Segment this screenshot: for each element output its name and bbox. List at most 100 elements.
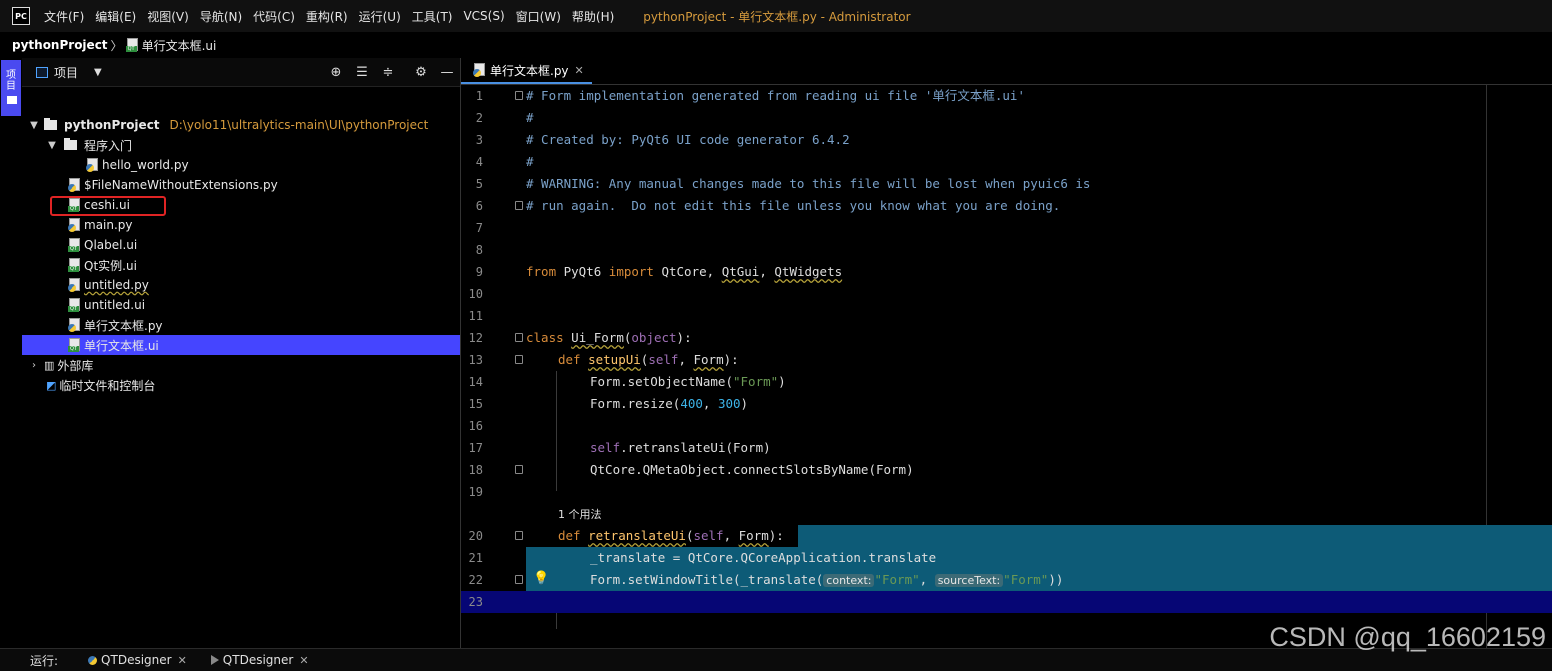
punctuation: , — [759, 264, 775, 279]
list-item[interactable]: untitled.py — [22, 275, 460, 295]
menu-refactor[interactable]: 重构(R) — [306, 8, 348, 25]
code-text: # run again. Do not edit this file unles… — [526, 198, 1061, 213]
menu-window[interactable]: 窗口(W) — [516, 8, 561, 25]
string: "Form" — [1003, 572, 1049, 587]
line-number: 22 — [468, 573, 483, 587]
line-number: 13 — [468, 353, 483, 367]
code-line: 4 # — [461, 151, 1552, 173]
menu-navigate[interactable]: 导航(N) — [200, 8, 242, 25]
chevron-down-icon[interactable]: ▼ — [94, 67, 102, 78]
list-item[interactable]: QT untitled.ui — [22, 295, 460, 315]
parameter: Form — [738, 528, 769, 543]
code-text: class Ui_Form(object): — [526, 327, 692, 349]
function-name: setupUi — [588, 352, 641, 367]
keyword: def — [558, 352, 581, 367]
locate-icon[interactable]: ⊕ — [327, 63, 345, 81]
list-item[interactable]: $FileNameWithoutExtensions.py — [22, 175, 460, 195]
fold-icon[interactable] — [515, 201, 523, 210]
usages-hint[interactable]: 1 个用法 — [558, 506, 602, 522]
code-area[interactable]: 1 # Form implementation generated from r… — [461, 85, 1552, 648]
number: 400 — [680, 396, 703, 411]
tab-active-file[interactable]: 单行文本框.py ✕ — [461, 58, 592, 84]
parameter-hint: context: — [823, 574, 875, 587]
function-name: retranslateUi — [588, 528, 686, 543]
list-item[interactable]: hello_world.py — [22, 155, 460, 175]
python-run-icon — [88, 655, 98, 665]
list-item[interactable]: 单行文本框.py — [22, 315, 460, 335]
list-item[interactable]: QT Qlabel.ui — [22, 235, 460, 255]
python-file-icon — [473, 63, 486, 77]
number: 300 — [717, 396, 741, 411]
selection-highlight — [798, 525, 1552, 547]
menu-edit[interactable]: 编辑(E) — [95, 8, 136, 25]
lightbulb-icon[interactable]: 💡 — [533, 571, 549, 586]
collapse-all-icon[interactable]: ≑ — [379, 63, 397, 81]
menu-help[interactable]: 帮助(H) — [572, 8, 614, 25]
code-text: Form.setWindowTitle(_translate(context: "… — [590, 569, 1063, 592]
python-file-icon — [68, 178, 81, 192]
gear-icon[interactable]: ⚙ — [412, 63, 430, 81]
code-line: 19 — [461, 481, 1552, 503]
code-text: # Form implementation generated from rea… — [526, 88, 1025, 103]
code-token: Form.resize( — [590, 396, 681, 411]
menu-file[interactable]: 文件(F) — [44, 8, 84, 25]
menu-vcs[interactable]: VCS(S) — [463, 9, 504, 23]
list-item[interactable]: main.py — [22, 215, 460, 235]
project-panel-title[interactable]: 项目 — [54, 64, 78, 81]
code-text: # WARNING: Any manual changes made to th… — [526, 176, 1091, 191]
code-line: 2 # — [461, 107, 1552, 129]
list-item[interactable]: QT Qt实例.ui — [22, 255, 460, 275]
fold-icon[interactable] — [515, 575, 523, 584]
root-label: pythonProject — [64, 118, 160, 132]
tab-label: 单行文本框.py — [490, 63, 569, 78]
code-token: Form.setObjectName( — [590, 374, 733, 389]
line-number: 4 — [475, 155, 483, 169]
chevron-right-icon[interactable]: › — [28, 360, 40, 371]
breadcrumb-file[interactable]: 单行文本框.ui — [142, 37, 217, 54]
line-number: 12 — [468, 331, 483, 345]
line-number: 7 — [475, 221, 483, 235]
close-icon[interactable]: ✕ — [178, 654, 187, 667]
tree-root[interactable]: ▼ pythonProject D:\yolo11\ultralytics-ma… — [22, 115, 460, 135]
file-label: 单行文本框.py — [84, 318, 163, 333]
file-label: untitled.ui — [84, 298, 146, 312]
line-number: 3 — [475, 133, 483, 147]
punctuation: ) — [740, 396, 749, 411]
breadcrumb: pythonProject 〉 QT 单行文本框.ui — [0, 32, 1552, 59]
chevron-down-icon[interactable]: ▼ — [28, 120, 40, 131]
line-number: 5 — [475, 177, 483, 191]
menu-code[interactable]: 代码(C) — [253, 8, 295, 25]
fold-icon[interactable] — [515, 91, 523, 100]
tree-external-libraries[interactable]: › ▥ 外部库 — [22, 355, 460, 375]
project-tool-button[interactable]: 项目 — [1, 60, 21, 116]
expand-all-icon[interactable]: ☰ — [353, 63, 371, 81]
code-line: 12 class Ui_Form(object): — [461, 327, 1552, 349]
tree-folder[interactable]: ▼ 程序入门 — [22, 135, 460, 155]
breadcrumb-project[interactable]: pythonProject — [12, 38, 108, 52]
line-number: 2 — [475, 111, 483, 125]
fold-icon[interactable] — [515, 333, 523, 342]
fold-icon[interactable] — [515, 355, 523, 364]
tree-scratches[interactable]: ◩ 临时文件和控制台 — [22, 375, 460, 395]
code-text: _translate = QtCore.QCoreApplication.tra… — [590, 550, 937, 565]
run-tab[interactable]: QTDesigner ✕ — [88, 653, 187, 667]
close-icon[interactable]: ✕ — [299, 654, 308, 667]
line-number: 19 — [468, 485, 483, 499]
chevron-down-icon[interactable]: ▼ — [46, 140, 58, 151]
close-icon[interactable]: ✕ — [575, 64, 584, 77]
code-line: 17 self.retranslateUi(Form) — [461, 437, 1552, 459]
menu-view[interactable]: 视图(V) — [147, 8, 189, 25]
line-number: 6 — [475, 199, 483, 213]
menu-tools[interactable]: 工具(T) — [412, 8, 453, 25]
fold-icon[interactable] — [515, 465, 523, 474]
code-line: 8 — [461, 239, 1552, 261]
hide-panel-icon[interactable]: — — [438, 63, 456, 81]
parameter-hint: sourceText: — [934, 574, 1004, 587]
keyword: import — [608, 264, 654, 279]
punctuation: , — [678, 352, 694, 367]
list-item-selected[interactable]: QT 单行文本框.ui — [22, 335, 460, 355]
fold-icon[interactable] — [515, 531, 523, 540]
run-tab[interactable]: QTDesigner ✕ — [210, 653, 309, 667]
code-text: def retranslateUi(self, Form): — [558, 525, 784, 547]
menu-run[interactable]: 运行(U) — [359, 8, 401, 25]
